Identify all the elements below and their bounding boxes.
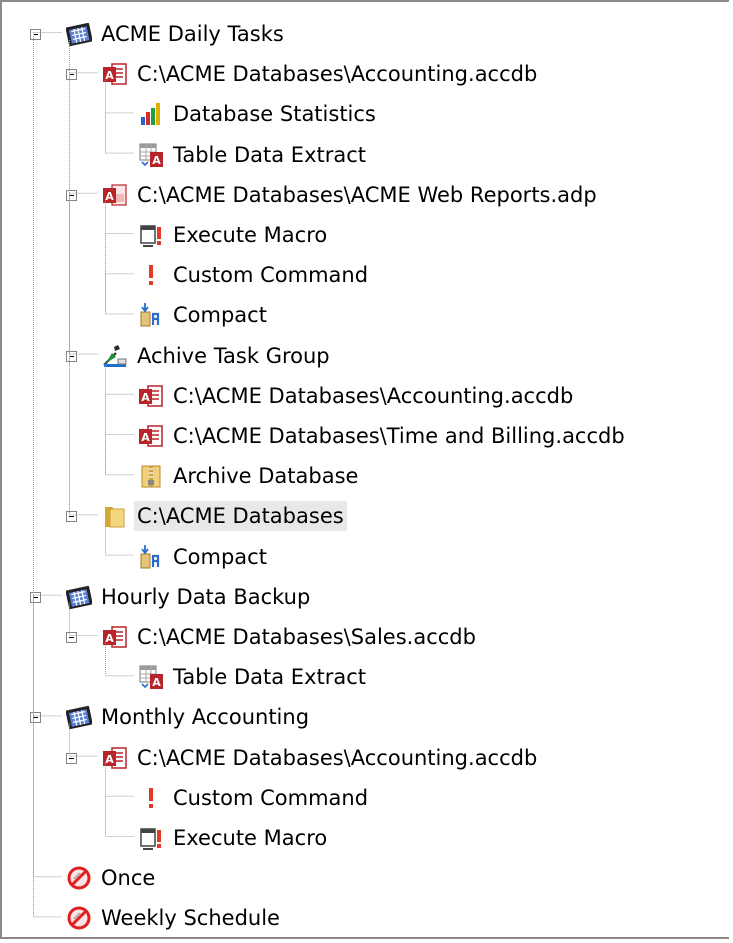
macro-icon	[138, 222, 164, 248]
tree-node-label: Compact	[173, 303, 267, 328]
bar-chart-icon	[138, 101, 164, 127]
svg-text:A: A	[141, 431, 150, 444]
tree-node[interactable]: A C:\ACME Databases\Time and Billing.accd…	[138, 420, 628, 452]
tree-node-label: Execute Macro	[173, 826, 328, 850]
collapse-toggle[interactable]	[66, 752, 77, 764]
tree-node-label: Monthly Accounting	[101, 705, 310, 730]
tree-node-label: C:\ACME Databases\ACME Web Reports.adp	[137, 182, 597, 207]
tree-node[interactable]: Once	[66, 862, 158, 894]
tree-node-label: Hourly Data Backup	[101, 584, 311, 609]
exclamation-icon	[138, 262, 164, 288]
task-group-icon	[102, 343, 128, 369]
tree-node-label: Table Data Extract	[173, 665, 367, 690]
schedule-icon	[65, 584, 93, 610]
folder-icon	[102, 503, 128, 529]
access-db-icon: A	[138, 423, 164, 449]
tree-node-label: Database Statistics	[173, 102, 376, 127]
archive-zip-icon	[138, 463, 164, 489]
access-db-icon: A	[102, 624, 128, 650]
tree-node-label: C:\ACME Databases\Accounting.accdb	[173, 383, 574, 408]
table-extract-icon: A	[138, 664, 164, 690]
schedule-icon	[65, 21, 93, 47]
tree-node-label: Execute Macro	[173, 223, 328, 247]
collapse-toggle[interactable]	[30, 712, 41, 724]
tree-node[interactable]: Weekly Schedule	[66, 902, 283, 934]
collapse-toggle[interactable]	[30, 29, 41, 40]
tree-node[interactable]: A C:\ACME Databases\Accounting.accdb	[138, 380, 576, 412]
svg-text:A: A	[105, 190, 114, 203]
tree-node[interactable]: ACME Daily Tasks	[65, 18, 287, 50]
tree-node-label: C:\ACME Databases	[134, 501, 347, 532]
tree-node-label: ACME Daily Tasks	[101, 22, 284, 46]
tree-node[interactable]: A C:\ACME Databases\Accounting.accdb	[102, 58, 540, 90]
tree-node[interactable]: A C:\ACME Databases\ACME Web Reports.adp	[102, 179, 600, 211]
tree-node[interactable]: Archive Database	[138, 460, 361, 492]
tree-node-label: C:\ACME Databases\Time and Billing.accdb	[173, 424, 625, 448]
collapse-toggle[interactable]	[66, 350, 77, 362]
table-extract-icon: A	[138, 142, 164, 168]
tree-node[interactable]: A C:\ACME Databases\Sales.accdb	[102, 621, 479, 653]
tree-node[interactable]: A Table Data Extract	[138, 139, 369, 171]
tree-node[interactable]: Execute Macro	[138, 822, 330, 854]
tree-node-label: Archive Database	[173, 464, 359, 489]
collapse-toggle[interactable]	[66, 511, 77, 523]
svg-text:A: A	[105, 753, 114, 766]
tree-node-label: Custom Command	[173, 785, 369, 810]
macro-icon	[138, 825, 164, 851]
compact-tools-icon	[138, 302, 164, 328]
tree-node-label: C:\ACME Databases\Accounting.accdb	[137, 745, 538, 770]
disabled-icon	[66, 865, 92, 891]
tree-node[interactable]: Compact	[138, 299, 270, 331]
svg-text:A: A	[141, 391, 150, 404]
collapse-toggle[interactable]	[66, 69, 77, 81]
tree-node[interactable]: A Table Data Extract	[138, 661, 369, 693]
tree-node[interactable]: A C:\ACME Databases\Accounting.accdb	[102, 742, 540, 774]
svg-text:A: A	[152, 676, 161, 689]
access-db-icon: A	[102, 61, 128, 87]
collapse-toggle[interactable]	[30, 591, 41, 603]
tree-node[interactable]: Achive Task Group	[102, 340, 333, 372]
tree-node-label: Compact	[173, 544, 267, 569]
tree-node[interactable]: Database Statistics	[138, 98, 379, 130]
tree-node-label: C:\ACME Databases\Accounting.accdb	[137, 62, 538, 87]
tree-node-label: Custom Command	[173, 263, 369, 288]
collapse-toggle[interactable]	[66, 189, 77, 201]
exclamation-icon	[138, 785, 164, 811]
access-db-icon: A	[138, 383, 164, 409]
access-adp-icon: A	[102, 182, 128, 208]
compact-tools-icon	[138, 544, 164, 570]
svg-text:A: A	[105, 632, 114, 645]
tree-node[interactable]: Custom Command	[138, 259, 371, 291]
tree-node-label: Weekly Schedule	[101, 906, 280, 931]
tree-node-label: Once	[101, 866, 156, 891]
tree-node-label: Table Data Extract	[173, 142, 367, 167]
tree-node[interactable]: Hourly Data Backup	[65, 581, 313, 613]
tree-node[interactable]: Monthly Accounting	[65, 701, 312, 733]
schedule-icon	[65, 704, 93, 730]
tree-node-label: C:\ACME Databases\Sales.accdb	[137, 625, 476, 649]
tree-node[interactable]: Custom Command	[138, 782, 371, 814]
collapse-toggle[interactable]	[66, 632, 77, 643]
access-db-icon: A	[102, 745, 128, 771]
tree-node[interactable]: Compact	[138, 541, 270, 573]
svg-text:A: A	[152, 154, 161, 167]
tree-node-label: Achive Task Group	[137, 343, 330, 368]
tree-node[interactable]: Execute Macro	[138, 219, 330, 251]
svg-text:A: A	[105, 69, 114, 82]
disabled-icon	[66, 905, 92, 931]
task-tree-view[interactable]: ACME Daily Tasks A C:\ACME Databases\Accou…	[0, 0, 729, 939]
tree-node[interactable]: C:\ACME Databases	[102, 500, 347, 532]
